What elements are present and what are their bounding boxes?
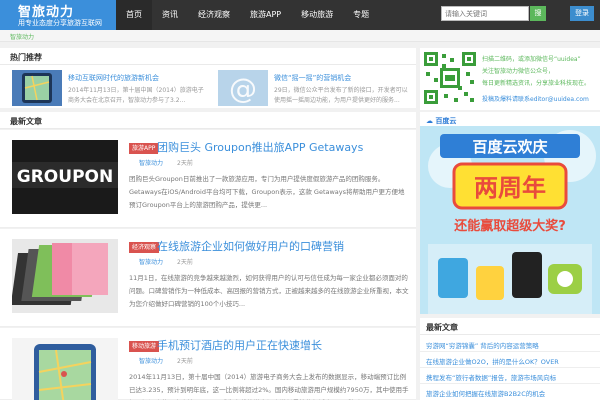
article-tag[interactable]: 旅游APP: [129, 143, 159, 154]
nav-mobile-travel[interactable]: 移动旅游: [291, 0, 343, 30]
article-time: 2天前: [177, 160, 193, 167]
article-card: GROUPON 旅游APP 团购巨头 Groupon推出旅APP Getaway…: [0, 130, 416, 228]
hot-panel-header: 热门推荐: [0, 48, 416, 65]
hot-item-title[interactable]: 移动互联网时代的旅游新机会: [68, 73, 159, 83]
cloud-icon: ☁: [426, 117, 433, 125]
qr-text-line: 关注智旅动力微信公众号，: [482, 68, 555, 75]
article-excerpt: 2014年11月13日，第十届中国（2014）旅游电子商务大会上发布的数据显示，…: [129, 373, 409, 400]
hot-thumbnail-map[interactable]: [12, 70, 62, 106]
ad-banner-art: 百度云欢庆 两周年 还能赢取超级大奖?: [420, 126, 600, 314]
hot-panel: 热门推荐 移动互联网时代的旅游新机会 2014年11月13日，第十届中国（201…: [0, 48, 416, 108]
article-title[interactable]: 团购巨头 Groupon推出旅APP Getaways: [157, 139, 363, 155]
top-header: 智旅动力 用专业态度分享旅游互联网 首页 资讯 经济观察 旅游APP 移动旅游 …: [0, 0, 600, 30]
article-time: 2天前: [177, 358, 193, 365]
divider: [420, 383, 600, 384]
ad-big-text: 两周年: [474, 174, 546, 202]
sidebar-latest-header: 最新文章: [420, 318, 600, 335]
hot-item[interactable]: 移动互联网时代的旅游新机会 2014年11月13日，第十届中国（2014）旅游电…: [12, 70, 207, 106]
hot-item-desc: 2014年11月13日，第十届中国（2014）旅游电子商务大会在北京召开，智旅动…: [68, 87, 204, 104]
wechat-box: 扫描二维码，或添加微信号“uuidea” 关注智旅动力微信公众号， 每日更新精选…: [420, 48, 600, 110]
svg-text:@: @: [229, 72, 257, 105]
article-tag[interactable]: 经济观察: [129, 242, 160, 253]
qr-code-icon: [422, 50, 478, 106]
latest-panel-title: 最新文章: [10, 117, 42, 126]
hot-item-desc: 29日，微信公众平台发布了新的接口，开发者可以使用摇一摇周边功能，为用户提供更好…: [274, 87, 408, 104]
divider: [420, 351, 600, 352]
article-author[interactable]: 智旅动力: [139, 356, 163, 365]
article-title[interactable]: 在线旅游企业如何做好用户的口碑营销: [157, 238, 344, 254]
ad-brand-label: 百度云: [435, 117, 457, 125]
article-time: 2天前: [177, 259, 193, 266]
article-card: 经济观察 在线旅游企业如何做好用户的口碑营销 智旅动力 2天前 11月1日，在线…: [0, 229, 416, 327]
search-input[interactable]: [441, 6, 529, 21]
sidebar: 扫描二维码，或添加微信号“uuidea” 关注智旅动力微信公众号， 每日更新精选…: [420, 48, 600, 400]
article-thumbnail-folders[interactable]: [12, 239, 118, 313]
article-excerpt: 11月1日，在线旅游的竞争越来越激烈，如何获得用户的认可与信任成为每一家企业都必…: [129, 274, 409, 308]
qr-text-line: 每日更新精选资讯，分享旅业科技现在。: [482, 80, 591, 87]
main-column: 热门推荐 移动互联网时代的旅游新机会 2014年11月13日，第十届中国（201…: [0, 48, 416, 400]
latest-panel: 最新文章 GROUPON 旅游APP 团购巨头 Groupon推出旅APP Ge…: [0, 112, 416, 400]
ad-headline: 百度云欢庆: [472, 138, 547, 156]
hot-item-title[interactable]: 微信“摇一摇”的营销机会: [274, 73, 351, 83]
hot-item[interactable]: @ 微信“摇一摇”的营销机会 29日，微信公众平台发布了新的接口，开发者可以使用…: [218, 70, 413, 106]
breadcrumb-bar: 智旅动力: [0, 30, 600, 42]
nav-travel-app[interactable]: 旅游APP: [240, 0, 291, 30]
svg-text:GROUPON: GROUPON: [17, 167, 113, 187]
article-author[interactable]: 智旅动力: [139, 158, 163, 167]
sidebar-latest-title: 最新文章: [426, 323, 458, 332]
ad-subline: 还能赢取超级大奖?: [453, 218, 566, 234]
sidebar-latest-panel: 最新文章 穷游网“穷游锦囊” 背后的内容运营策略 在线旅游企业做O2O，拼的是什…: [420, 318, 600, 400]
login-button[interactable]: 登录: [570, 6, 594, 21]
latest-panel-header: 最新文章: [0, 112, 416, 129]
hot-panel-title: 热门推荐: [10, 53, 42, 62]
site-logo[interactable]: 智旅动力 用专业态度分享旅游互联网: [0, 0, 116, 30]
nav-news[interactable]: 资讯: [152, 0, 188, 30]
search-button[interactable]: 搜: [530, 6, 546, 21]
sidebar-latest-link[interactable]: 携程发布“旅行者数据”报告，旅游市场风向标: [426, 372, 556, 382]
sidebar-latest-link[interactable]: 穷游网“穷游锦囊” 背后的内容运营策略: [426, 340, 539, 350]
sidebar-latest-link[interactable]: 旅游企业如何把握在线旅游B2B2C的机会: [426, 388, 545, 398]
ad-brand: ☁ 百度云: [426, 116, 456, 126]
nav-topics[interactable]: 专题: [343, 0, 379, 30]
baidu-cloud-ad[interactable]: ☁ 百度云 百度云欢庆 两周年 还能赢取超级大奖?: [420, 112, 600, 314]
logo-subtitle: 用专业态度分享旅游互联网: [18, 19, 102, 27]
article-author[interactable]: 智旅动力: [139, 257, 163, 266]
nav-home[interactable]: 首页: [116, 0, 152, 30]
article-thumbnail-phone-map[interactable]: [12, 338, 118, 400]
article-excerpt: 团购巨头Groupon日前推出了一款旅游应用，专门为用户提供度假旅游产品的团购服…: [129, 175, 405, 209]
divider: [420, 367, 600, 368]
login-button-label: 登录: [575, 9, 589, 17]
article-meta: 智旅动力 2天前: [139, 356, 193, 365]
article-card: 移动旅游 手机预订酒店的用户正在快速增长 智旅动力 2天前 2014年11月13…: [0, 328, 416, 400]
hot-thumbnail-email[interactable]: @: [218, 70, 268, 106]
article-title[interactable]: 手机预订酒店的用户正在快速增长: [157, 337, 322, 353]
qr-text-line: 扫描二维码，或添加微信号“uuidea”: [482, 56, 581, 63]
article-tag[interactable]: 移动旅游: [129, 341, 160, 352]
breadcrumb[interactable]: 智旅动力: [10, 32, 34, 41]
nav-economy[interactable]: 经济观察: [188, 0, 240, 30]
contact-email[interactable]: 投稿及爆料请联系editor@uuidea.com: [482, 94, 589, 103]
main-nav: 首页 资讯 经济观察 旅游APP 移动旅游 专题: [116, 0, 379, 30]
sidebar-latest-link[interactable]: 在线旅游企业做O2O，拼的是什么OK？OVER: [426, 356, 559, 366]
article-meta: 智旅动力 2天前: [139, 257, 193, 266]
search-button-label: 搜: [534, 9, 542, 17]
article-meta: 智旅动力 2天前: [139, 158, 193, 167]
article-thumbnail-groupon[interactable]: GROUPON: [12, 140, 118, 214]
